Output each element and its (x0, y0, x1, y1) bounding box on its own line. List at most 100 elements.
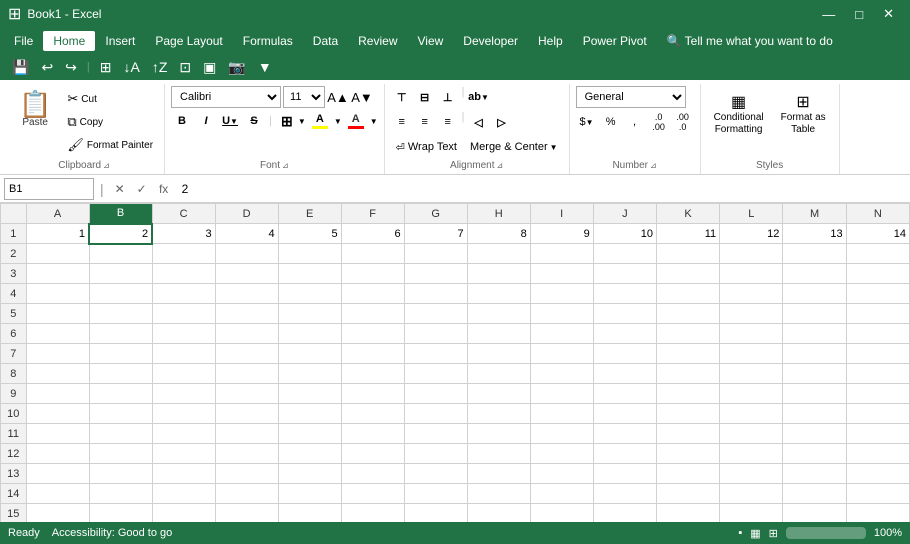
col-header-I[interactable]: I (530, 204, 593, 224)
cell-F3[interactable] (341, 264, 404, 284)
merge-center-button[interactable]: Merge & Center ▼ (465, 136, 563, 158)
cell-E1[interactable]: 5 (278, 224, 341, 244)
col-header-K[interactable]: K (656, 204, 719, 224)
cell-L4[interactable] (720, 284, 783, 304)
cell-B6[interactable] (89, 324, 152, 344)
cell-D1[interactable]: 4 (215, 224, 278, 244)
qa-undo-button[interactable]: ↩ (37, 57, 57, 78)
cell-M1[interactable]: 13 (783, 224, 846, 244)
fill-color-button[interactable]: A (308, 110, 332, 132)
name-box-input[interactable] (9, 183, 89, 195)
cell-E14[interactable] (278, 484, 341, 504)
cell-C6[interactable] (152, 324, 215, 344)
menu-developer[interactable]: Developer (453, 31, 528, 51)
cell-I8[interactable] (530, 364, 593, 384)
font-color-button[interactable]: A (344, 110, 368, 132)
cell-F8[interactable] (341, 364, 404, 384)
conditional-formatting-button[interactable]: ▦ ConditionalFormatting (707, 88, 771, 140)
cell-G5[interactable] (404, 304, 467, 324)
cell-J15[interactable] (593, 504, 656, 523)
italic-button[interactable]: I (195, 110, 217, 132)
col-header-M[interactable]: M (783, 204, 846, 224)
cell-F5[interactable] (341, 304, 404, 324)
cell-D8[interactable] (215, 364, 278, 384)
cell-G9[interactable] (404, 384, 467, 404)
row-header-5[interactable]: 5 (1, 304, 27, 324)
cell-N9[interactable] (846, 384, 909, 404)
wrap-text-button[interactable]: ⏎ Wrap Text (391, 136, 462, 158)
qa-freeze-button[interactable]: ▣ (199, 57, 220, 78)
cell-A13[interactable] (26, 464, 89, 484)
cell-D11[interactable] (215, 424, 278, 444)
borders-button[interactable]: ⊞ (276, 110, 298, 132)
maximize-button[interactable]: □ (847, 4, 871, 24)
cell-M8[interactable] (783, 364, 846, 384)
cell-K3[interactable] (656, 264, 719, 284)
cell-A15[interactable] (26, 504, 89, 523)
cell-G11[interactable] (404, 424, 467, 444)
cell-H8[interactable] (467, 364, 530, 384)
cell-D6[interactable] (215, 324, 278, 344)
menu-home[interactable]: Home (43, 31, 95, 51)
cell-M3[interactable] (783, 264, 846, 284)
cell-J9[interactable] (593, 384, 656, 404)
cell-K12[interactable] (656, 444, 719, 464)
col-header-D[interactable]: D (215, 204, 278, 224)
cell-N4[interactable] (846, 284, 909, 304)
cell-N1[interactable]: 14 (846, 224, 909, 244)
cut-button[interactable]: ✂ Cut (62, 88, 158, 110)
cell-B8[interactable] (89, 364, 152, 384)
row-header-6[interactable]: 6 (1, 324, 27, 344)
format-painter-button[interactable]: 🖌 Format Painter (62, 134, 158, 156)
insert-function-button[interactable]: fx (154, 179, 174, 199)
menu-review[interactable]: Review (348, 31, 407, 51)
cell-G15[interactable] (404, 504, 467, 523)
cell-B7[interactable] (89, 344, 152, 364)
cell-G4[interactable] (404, 284, 467, 304)
cell-B4[interactable] (89, 284, 152, 304)
cell-C15[interactable] (152, 504, 215, 523)
cell-L15[interactable] (720, 504, 783, 523)
cell-G6[interactable] (404, 324, 467, 344)
cell-B13[interactable] (89, 464, 152, 484)
cell-J13[interactable] (593, 464, 656, 484)
cell-G13[interactable] (404, 464, 467, 484)
cell-H10[interactable] (467, 404, 530, 424)
cell-K7[interactable] (656, 344, 719, 364)
cell-K13[interactable] (656, 464, 719, 484)
cell-K8[interactable] (656, 364, 719, 384)
cell-H15[interactable] (467, 504, 530, 523)
cell-J14[interactable] (593, 484, 656, 504)
cell-F6[interactable] (341, 324, 404, 344)
bold-button[interactable]: B (171, 110, 193, 132)
cell-J12[interactable] (593, 444, 656, 464)
cell-B14[interactable] (89, 484, 152, 504)
cell-A5[interactable] (26, 304, 89, 324)
cell-L9[interactable] (720, 384, 783, 404)
cell-L10[interactable] (720, 404, 783, 424)
cell-C1[interactable]: 3 (152, 224, 215, 244)
cell-C8[interactable] (152, 364, 215, 384)
cell-F2[interactable] (341, 244, 404, 264)
underline-button[interactable]: U▼ (219, 110, 241, 132)
cell-C12[interactable] (152, 444, 215, 464)
cell-D4[interactable] (215, 284, 278, 304)
font-name-select[interactable]: Calibri (171, 86, 281, 108)
cell-F14[interactable] (341, 484, 404, 504)
cell-H3[interactable] (467, 264, 530, 284)
menu-view[interactable]: View (408, 31, 454, 51)
cell-C3[interactable] (152, 264, 215, 284)
cell-B1[interactable]: 2 (89, 224, 152, 244)
cell-E6[interactable] (278, 324, 341, 344)
cell-K6[interactable] (656, 324, 719, 344)
qa-save-button[interactable]: 💾 (8, 57, 33, 78)
align-right-button[interactable]: ≡ (437, 111, 459, 133)
cell-D15[interactable] (215, 504, 278, 523)
cell-H12[interactable] (467, 444, 530, 464)
cell-H2[interactable] (467, 244, 530, 264)
cell-D14[interactable] (215, 484, 278, 504)
cell-I2[interactable] (530, 244, 593, 264)
number-format-select[interactable]: General (576, 86, 686, 108)
cell-A1[interactable]: 1 (26, 224, 89, 244)
cell-E13[interactable] (278, 464, 341, 484)
